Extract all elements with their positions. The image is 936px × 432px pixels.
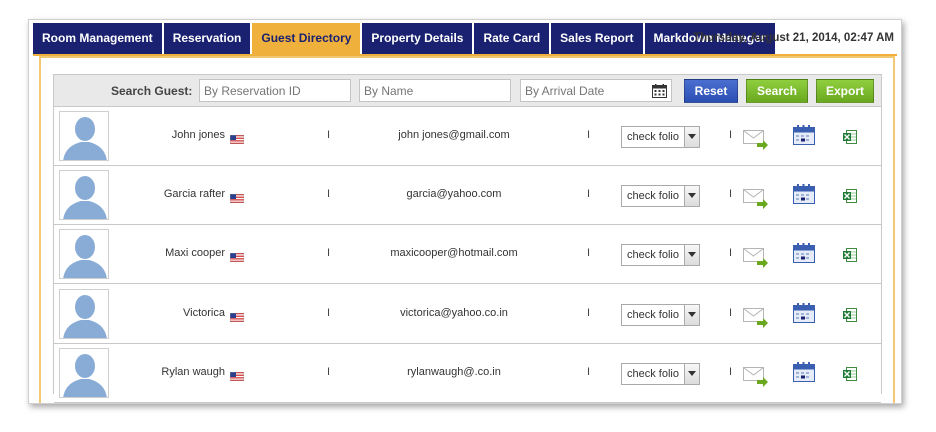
- tab-room-management[interactable]: Room Management: [33, 23, 162, 54]
- check-folio-value: check folio: [627, 308, 679, 321]
- us-flag-icon: [229, 309, 245, 322]
- arrival-date-input[interactable]: [520, 79, 672, 102]
- search-bar: Search Guest: Reset Search Export: [54, 75, 881, 107]
- check-folio-value: check folio: [627, 131, 679, 143]
- guest-row: John jones Ijohn jones@gmail.com Icheck fo…: [54, 107, 881, 166]
- guest-name: Rylan waugh: [161, 365, 225, 378]
- calendar-icon[interactable]: [793, 243, 815, 268]
- avatar-icon: [59, 288, 109, 339]
- guest-row: Garcia rafter Igarcia@yahoo.com Icheck fol…: [54, 166, 881, 226]
- calendar-picker-icon[interactable]: [652, 84, 667, 98]
- avatar-icon: [59, 170, 109, 221]
- chevron-down-icon[interactable]: [684, 127, 699, 147]
- check-folio-select[interactable]: check folio: [621, 126, 700, 148]
- column-separator: I: [729, 365, 733, 378]
- search-guest-label: Search Guest:: [111, 84, 193, 98]
- column-separator: I: [327, 247, 331, 260]
- send-email-icon[interactable]: [743, 187, 769, 214]
- column-separator: I: [587, 365, 591, 378]
- check-folio-value: check folio: [627, 367, 679, 380]
- guest-row: Rylan waugh Irylanwaugh@.co.in Icheck foli…: [54, 343, 881, 403]
- excel-export-icon[interactable]: [843, 366, 857, 386]
- calendar-icon[interactable]: [793, 302, 815, 328]
- us-flag-icon: [229, 131, 245, 145]
- tab-rate-card[interactable]: Rate Card: [474, 23, 550, 54]
- calendar-icon[interactable]: [793, 125, 815, 150]
- column-separator: I: [587, 306, 591, 319]
- column-separator: I: [587, 188, 591, 201]
- reservation-id-input[interactable]: [199, 79, 351, 102]
- guest-row: Victorica Ivictorica@yahoo.co.in Icheck fo…: [54, 284, 881, 344]
- guest-email: john jones@gmail.com: [398, 129, 510, 141]
- check-folio-select[interactable]: check folio: [621, 244, 700, 267]
- check-folio-select[interactable]: check folio: [621, 362, 700, 385]
- send-email-icon[interactable]: [743, 365, 769, 392]
- current-datetime: Thursday, August 21, 2014, 02:47 AM: [693, 32, 894, 44]
- column-separator: I: [327, 188, 331, 201]
- guest-row: Maxi cooper Imaxicooper@hotmail.com Icheck…: [54, 225, 881, 285]
- chevron-down-icon[interactable]: [684, 304, 699, 325]
- check-folio-value: check folio: [627, 190, 679, 203]
- guest-email: maxicooper@hotmail.com: [390, 247, 518, 260]
- us-flag-icon: [229, 368, 245, 382]
- search-button[interactable]: Search: [746, 79, 808, 103]
- send-email-icon[interactable]: [743, 128, 769, 155]
- column-separator: I: [587, 129, 591, 141]
- check-folio-select[interactable]: check folio: [621, 303, 700, 326]
- chevron-down-icon[interactable]: [684, 363, 699, 384]
- chevron-down-icon[interactable]: [684, 245, 699, 266]
- guest-name: Maxi cooper: [165, 247, 225, 260]
- calendar-icon[interactable]: [793, 184, 815, 209]
- excel-export-icon[interactable]: [843, 248, 857, 267]
- column-separator: I: [729, 188, 733, 201]
- avatar-icon: [59, 347, 109, 398]
- avatar-icon: [59, 229, 109, 280]
- column-separator: I: [327, 365, 331, 378]
- guest-email: victorica@yahoo.co.in: [400, 306, 508, 319]
- guest-name: John jones: [171, 129, 225, 141]
- tab-reservation[interactable]: Reservation: [163, 23, 251, 54]
- chevron-down-icon[interactable]: [684, 186, 699, 207]
- guest-email: rylanwaugh@.co.in: [407, 365, 501, 378]
- avatar-icon: [59, 111, 109, 161]
- column-separator: I: [729, 247, 733, 260]
- main-nav-tabs: Room Management Reservation Guest Direct…: [33, 23, 777, 54]
- tab-sales-report[interactable]: Sales Report: [551, 23, 643, 54]
- column-separator: I: [327, 129, 331, 141]
- guest-list-container: Search Guest: Reset Search Export John j…: [53, 74, 882, 403]
- excel-export-icon[interactable]: [843, 130, 857, 149]
- export-button[interactable]: Export: [816, 79, 874, 103]
- name-input[interactable]: [359, 79, 511, 102]
- guest-name: Garcia rafter: [163, 188, 225, 201]
- us-flag-icon: [229, 190, 245, 204]
- guest-directory-panel: Search Guest: Reset Search Export John j…: [39, 56, 895, 403]
- guest-email: garcia@yahoo.com: [406, 188, 502, 201]
- check-folio-value: check folio: [627, 249, 679, 262]
- column-separator: I: [327, 306, 331, 319]
- column-separator: I: [729, 306, 733, 319]
- check-folio-select[interactable]: check folio: [621, 185, 700, 208]
- tab-property-details[interactable]: Property Details: [362, 23, 473, 54]
- reset-button[interactable]: Reset: [684, 79, 738, 103]
- send-email-icon[interactable]: [743, 246, 769, 273]
- column-separator: I: [729, 129, 733, 141]
- column-separator: I: [587, 247, 591, 260]
- us-flag-icon: [229, 249, 245, 263]
- send-email-icon[interactable]: [743, 306, 769, 333]
- guest-name: Victorica: [183, 306, 225, 319]
- tab-guest-directory[interactable]: Guest Directory: [252, 23, 361, 54]
- calendar-icon[interactable]: [793, 361, 815, 387]
- excel-export-icon[interactable]: [843, 307, 857, 327]
- app-window: Room Management Reservation Guest Direct…: [28, 19, 902, 404]
- excel-export-icon[interactable]: [843, 189, 857, 208]
